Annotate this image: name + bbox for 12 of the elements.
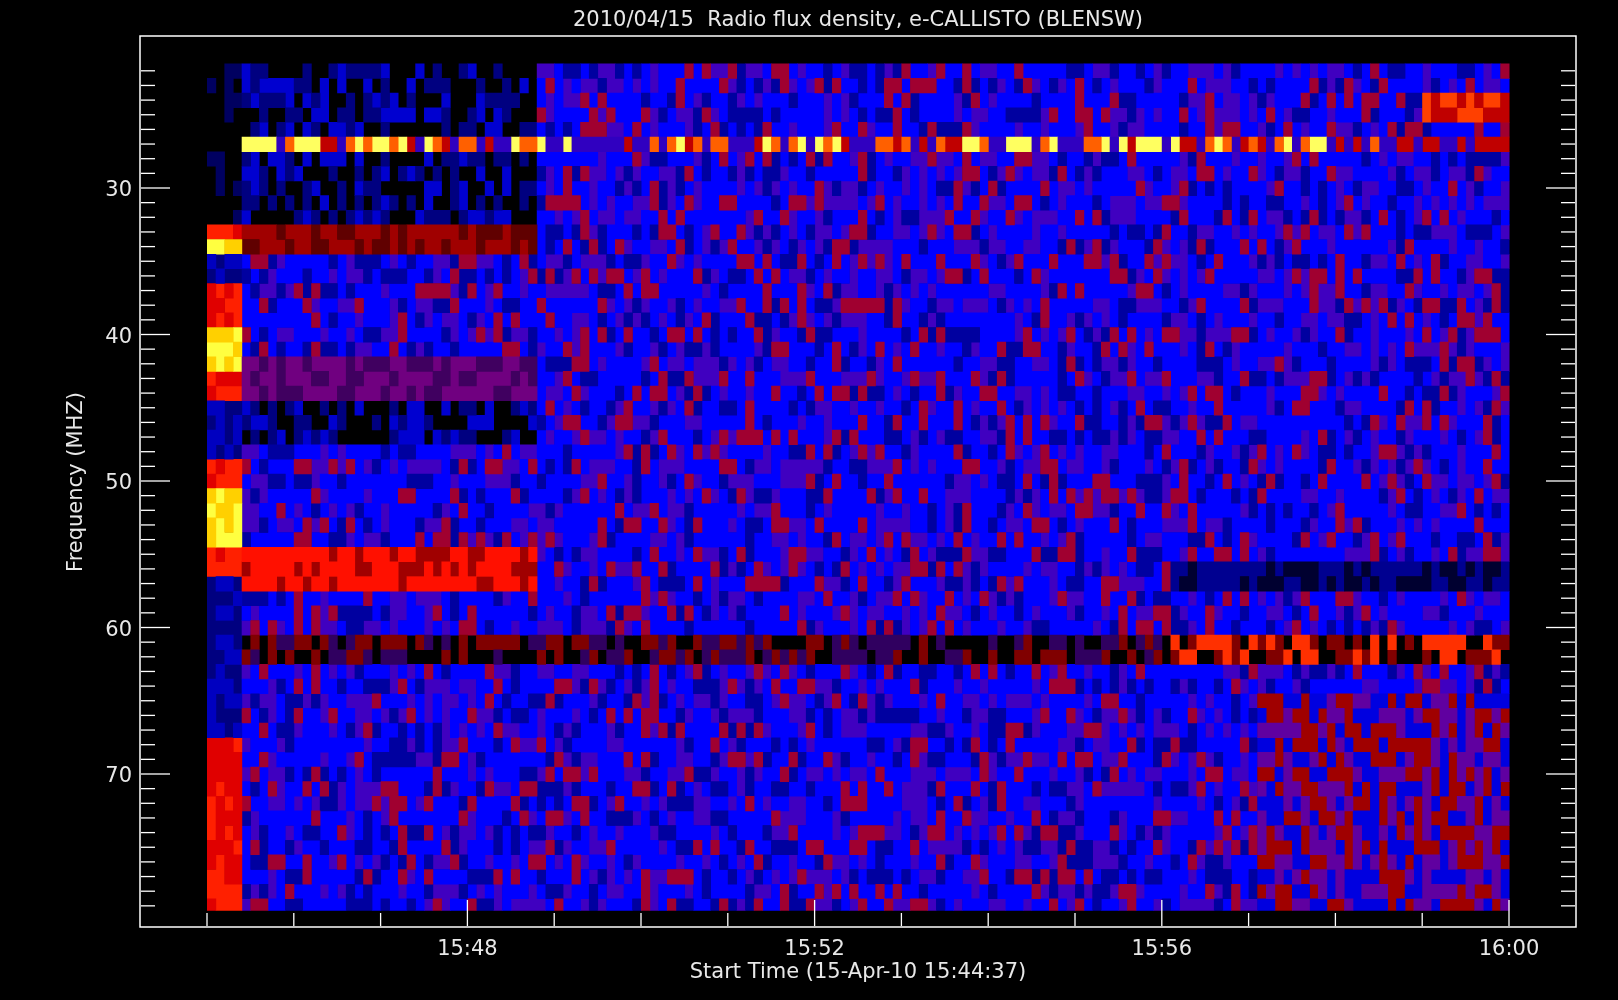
x-tick-label: 15:56 — [1131, 936, 1193, 960]
x-tick-label: 16:00 — [1478, 936, 1540, 960]
y-axis-label: Frequency (MHZ) — [63, 392, 87, 572]
y-tick-label: 50 — [105, 470, 132, 494]
chart-title: 2010/04/15 Radio flux density, e-CALLISTO (BLENSW) — [572, 7, 1144, 31]
y-tick-label: 30 — [105, 177, 132, 201]
y-tick-label: 70 — [105, 763, 132, 787]
x-axis-label: Start Time (15-Apr-10 15:44:37) — [689, 959, 1027, 983]
y-tick-label: 60 — [105, 616, 132, 641]
x-tick-label: 15:52 — [784, 936, 845, 960]
x-tick-label: 15:48 — [437, 936, 498, 960]
y-tick-label: 40 — [105, 323, 132, 348]
